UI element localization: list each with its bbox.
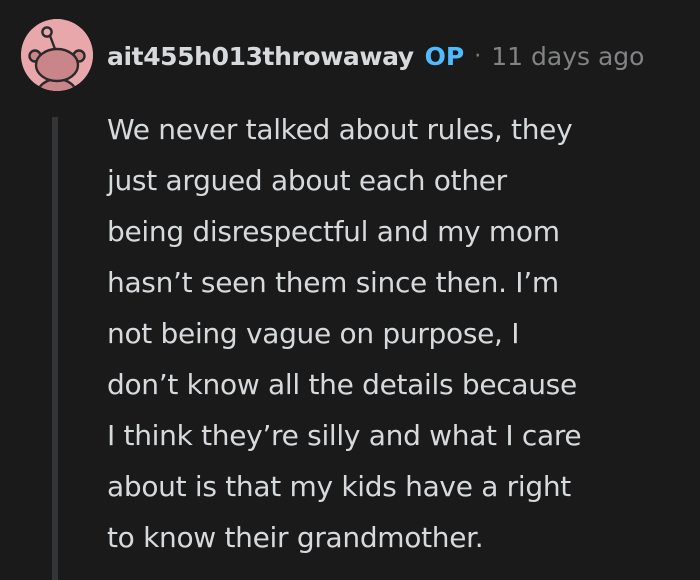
comment-body-line: being disrespectful and my mom: [107, 215, 560, 248]
comment-body-line: just argued about each other: [107, 164, 507, 197]
comment-body-line: about is that my kids have a right: [107, 470, 571, 503]
meta-separator: ·: [474, 43, 482, 69]
author-username[interactable]: ait455h013throwaway: [107, 42, 414, 71]
reddit-snoo-icon: [21, 19, 93, 91]
comment-body: We never talked about rules, they just a…: [107, 104, 682, 563]
thread-collapse-line[interactable]: [52, 117, 58, 580]
comment: ait455h013throwaway OP · 11 days ago We …: [0, 0, 700, 580]
comment-timestamp[interactable]: 11 days ago: [491, 42, 644, 71]
comment-body-line: hasn’t seen them since then. I’m: [107, 266, 559, 299]
comment-body-line: I think they’re silly and what I care: [107, 419, 582, 452]
comment-body-line: not being vague on purpose, I: [107, 317, 520, 350]
comment-body-line: don’t know all the details because: [107, 368, 577, 401]
comment-body-line: to know their grandmother.: [107, 521, 484, 554]
comment-body-line: We never talked about rules, they: [107, 113, 573, 146]
op-badge: OP: [424, 41, 465, 71]
avatar[interactable]: [21, 19, 93, 91]
comment-header: ait455h013throwaway OP · 11 days ago: [107, 36, 644, 76]
